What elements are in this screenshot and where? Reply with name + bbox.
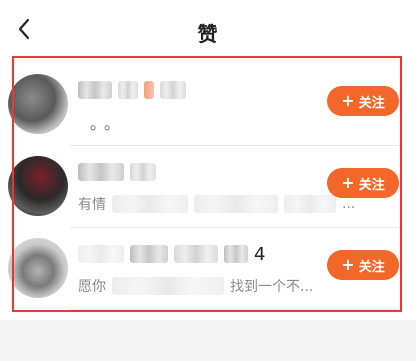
like-list: 。。 + 关注 有情 ... + 关注 4 愿你 找到一个不... + 关注 <box>0 60 416 320</box>
follow-button[interactable]: + 关注 <box>327 86 399 116</box>
list-item[interactable]: 4 愿你 找到一个不... + 关注 <box>0 228 416 310</box>
blurred-text <box>130 163 156 181</box>
follow-button-label: 关注 <box>358 259 385 275</box>
plus-icon: + <box>341 91 355 110</box>
avatar[interactable] <box>8 238 68 298</box>
snippet-prefix: 有情 <box>78 197 106 213</box>
follow-button-label: 关注 <box>358 177 385 193</box>
snippet-suffix: 找到一个不... <box>230 279 314 295</box>
plus-icon: + <box>341 173 355 192</box>
snippet-suffix: ... <box>342 196 356 212</box>
blurred-text <box>112 195 188 213</box>
list-item[interactable]: 有情 ... + 关注 <box>0 146 416 228</box>
page-title: 赞 <box>197 22 219 46</box>
blurred-text <box>118 81 138 99</box>
avatar[interactable] <box>8 156 68 216</box>
user-name <box>78 160 162 184</box>
avatar[interactable] <box>8 74 68 134</box>
snippet-suffix: 。。 <box>90 114 127 133</box>
user-name-suffix: 4 <box>254 243 266 265</box>
user-name <box>78 78 192 102</box>
header-bar: 赞 <box>0 0 416 60</box>
liked-content-snippet: 愿你 找到一个不... <box>78 276 313 296</box>
liked-content-snippet: 。。 <box>78 112 127 133</box>
blurred-text <box>130 245 168 263</box>
follow-button[interactable]: + 关注 <box>327 168 399 198</box>
blurred-text <box>284 195 336 213</box>
follow-button[interactable]: + 关注 <box>327 250 399 280</box>
divider <box>70 309 404 310</box>
blurred-text <box>144 81 154 99</box>
blurred-text <box>78 163 124 181</box>
user-name: 4 <box>78 242 265 266</box>
blurred-text <box>78 81 112 99</box>
snippet-prefix: 愿你 <box>78 279 106 295</box>
blurred-text <box>174 245 218 263</box>
blurred-text <box>78 245 124 263</box>
blurred-text <box>224 245 248 263</box>
blurred-text <box>160 81 186 99</box>
liked-content-snippet: 有情 ... <box>78 194 355 214</box>
blurred-text <box>112 277 224 295</box>
plus-icon: + <box>341 255 355 274</box>
blurred-text <box>194 195 278 213</box>
follow-button-label: 关注 <box>358 95 385 111</box>
list-item[interactable]: 。。 + 关注 <box>0 64 416 146</box>
